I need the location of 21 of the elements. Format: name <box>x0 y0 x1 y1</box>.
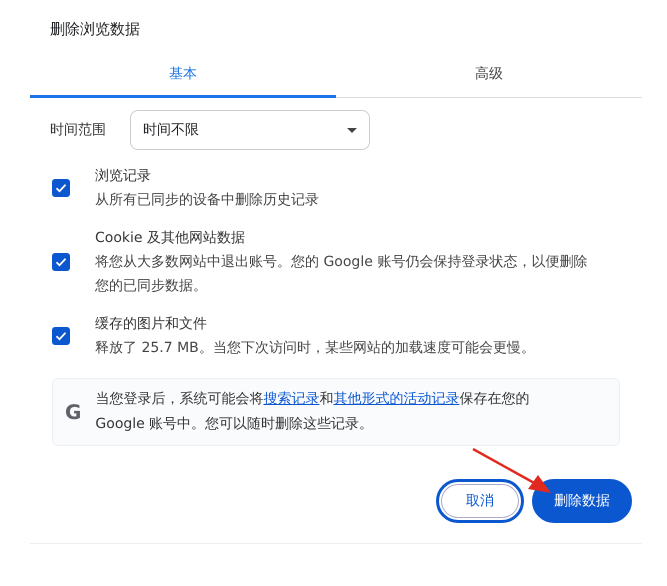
google-icon: G <box>65 400 82 424</box>
link[interactable]: 搜索记录 <box>263 391 320 407</box>
caret-icon <box>347 128 357 132</box>
checkbox[interactable] <box>52 179 70 197</box>
cancel-button[interactable]: 取消 <box>436 479 524 523</box>
option-title: Cookie 及其他网站数据 <box>95 229 246 248</box>
time-range-label: 时间范围 <box>50 121 107 139</box>
tab[interactable]: 基本 <box>30 54 336 98</box>
link[interactable]: 其他形式的活动记录 <box>333 391 460 407</box>
delete-data-button[interactable]: 删除数据 <box>532 479 632 523</box>
time-range-dropdown[interactable]: 时间不限 <box>130 110 370 150</box>
tab[interactable]: 高级 <box>336 54 642 98</box>
option-title: 缓存的图片和文件 <box>95 315 208 334</box>
option-title: 浏览记录 <box>95 167 152 186</box>
checkbox[interactable] <box>52 253 70 271</box>
option-description: 释放了 25.7 MB。当您下次访问时，某些网站的加载速度可能会更慢。 <box>95 339 536 358</box>
checkbox[interactable] <box>52 327 70 345</box>
info-text: 当您登录后，系统可能会将搜索记录和其他形式的活动记录保存在您的 Google 账号中。您可以随时删除这些记录。 <box>95 390 530 434</box>
dialog-title: 删除浏览数据 <box>50 20 141 40</box>
option-description: 将您从大多数网站中退出账号。您的 Google 账号仍会保持登录状态，以便删除您的已同步数据。 <box>95 253 588 296</box>
option-description: 从所有已同步的设备中删除历史记录 <box>95 191 320 210</box>
